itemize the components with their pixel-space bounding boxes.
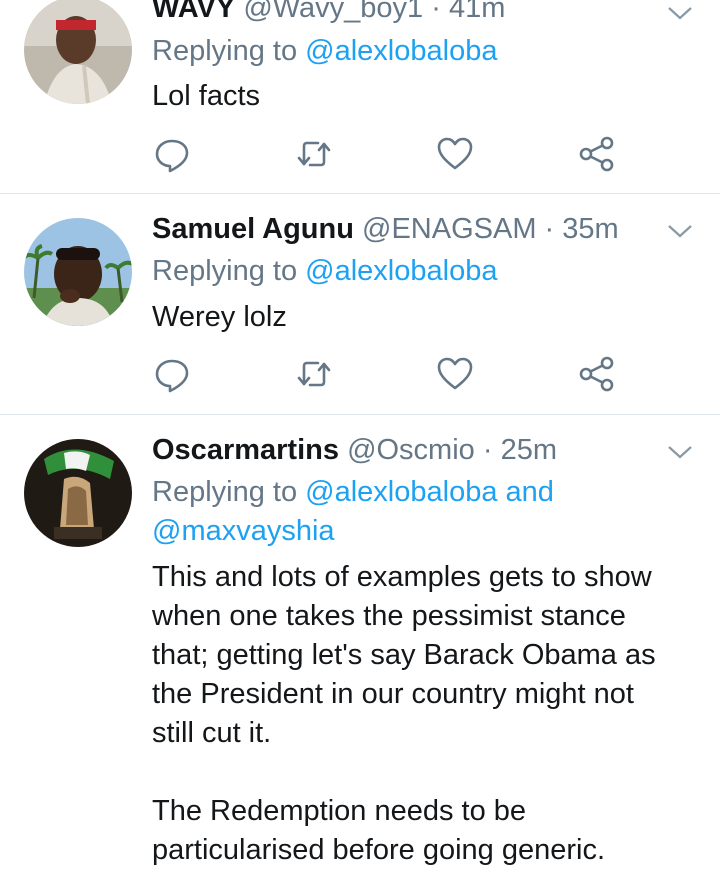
chevron-down-icon[interactable] bbox=[666, 442, 694, 462]
display-name[interactable]: WAVY bbox=[152, 0, 235, 24]
avatar[interactable] bbox=[24, 439, 132, 547]
mention-link[interactable]: @alexlobaloba bbox=[305, 255, 497, 287]
avatar[interactable] bbox=[24, 218, 132, 326]
separator-dot: · bbox=[431, 0, 441, 24]
chevron-down-icon[interactable] bbox=[666, 3, 694, 23]
text-line: The Redemption needs to be bbox=[152, 795, 527, 827]
share-icon[interactable] bbox=[577, 134, 617, 174]
tweet-text: This and lots of examples gets to show w… bbox=[152, 558, 692, 870]
replying-prefix: Replying to bbox=[152, 255, 298, 287]
user-handle[interactable]: @Wavy_boy1 bbox=[243, 0, 423, 24]
timestamp[interactable]: 25m bbox=[501, 434, 557, 466]
mention-link-2[interactable]: @maxvayshia bbox=[152, 515, 335, 547]
replying-prefix: Replying to bbox=[152, 35, 298, 67]
text-line: that; getting let's say Barack Obama as bbox=[152, 639, 656, 671]
mention-and: and bbox=[505, 476, 554, 508]
tweet-wavy[interactable]: WAVY @Wavy_boy1 · 41m Replying to @alexl… bbox=[0, 0, 720, 193]
avatar[interactable] bbox=[24, 0, 132, 104]
text-line: still cut it. bbox=[152, 717, 272, 749]
tweet-oscarmartins[interactable]: Oscarmartins @Oscmio · 25m Replying to @… bbox=[0, 415, 720, 883]
reply-icon[interactable] bbox=[152, 134, 192, 174]
tweet-samuel[interactable]: Samuel Agunu @ENAGSAM · 35m Replying to … bbox=[0, 194, 720, 414]
timestamp[interactable]: 35m bbox=[562, 213, 618, 245]
separator-dot: · bbox=[482, 434, 493, 466]
tweet-text: Werey lolz bbox=[152, 301, 287, 333]
display-name[interactable]: Samuel Agunu bbox=[152, 213, 354, 245]
retweet-icon[interactable] bbox=[294, 354, 334, 394]
text-line: when one takes the pessimist stance bbox=[152, 600, 626, 632]
chevron-down-icon[interactable] bbox=[666, 221, 694, 241]
replying-to: Replying to @alexlobaloba and @maxvayshi… bbox=[152, 473, 672, 551]
text-line: This and lots of examples gets to show bbox=[152, 561, 652, 593]
reply-icon[interactable] bbox=[152, 354, 192, 394]
text-line bbox=[152, 753, 692, 792]
like-icon[interactable] bbox=[435, 134, 475, 174]
tweet-text: Lol facts bbox=[152, 80, 260, 112]
text-line: the President in our country might not bbox=[152, 678, 634, 710]
share-icon[interactable] bbox=[577, 354, 617, 394]
mention-link[interactable]: @alexlobaloba bbox=[305, 35, 497, 67]
separator-dot: · bbox=[544, 213, 555, 245]
like-icon[interactable] bbox=[435, 354, 475, 394]
mention-link[interactable]: @alexlobaloba bbox=[305, 476, 497, 508]
timestamp[interactable]: 41m bbox=[449, 0, 505, 24]
retweet-icon[interactable] bbox=[294, 134, 334, 174]
display-name[interactable]: Oscarmartins bbox=[152, 434, 339, 466]
tweet-actions bbox=[152, 354, 622, 394]
replying-prefix: Replying to bbox=[152, 476, 298, 508]
text-line: particularised before going generic. bbox=[152, 834, 605, 866]
tweet-actions bbox=[152, 134, 622, 174]
replying-to: Replying to @alexlobaloba bbox=[152, 32, 672, 71]
user-handle[interactable]: @ENAGSAM bbox=[362, 213, 536, 245]
user-handle[interactable]: @Oscmio bbox=[347, 434, 475, 466]
replying-to: Replying to @alexlobaloba bbox=[152, 252, 672, 291]
